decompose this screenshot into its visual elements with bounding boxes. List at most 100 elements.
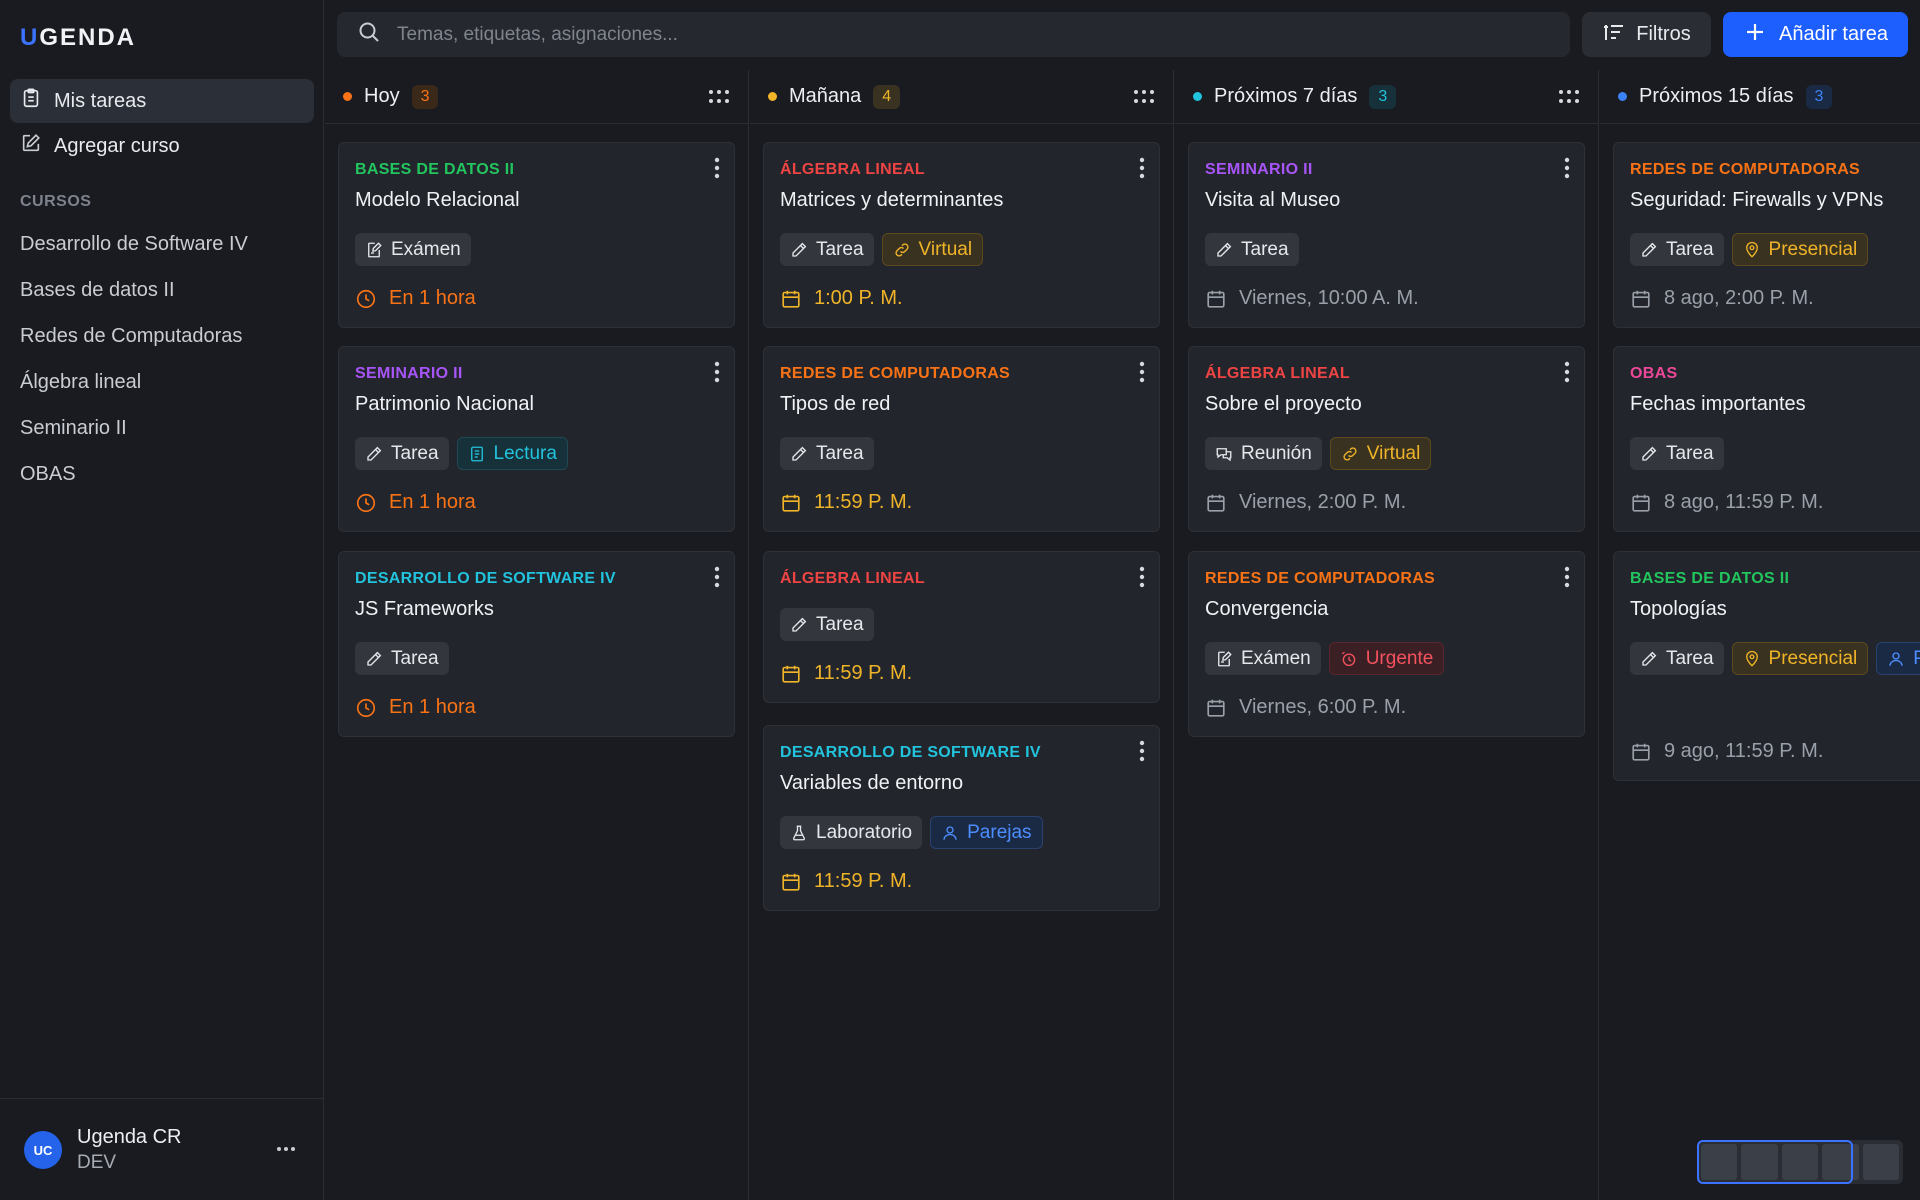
tag-yellow[interactable]: Presencial [1731, 642, 1869, 675]
tag-neutral[interactable]: Tarea [780, 233, 874, 266]
task-card[interactable]: DESARROLLO DE SOFTWARE IV Variables de en… [763, 725, 1160, 911]
board-minimap[interactable] [1697, 1140, 1903, 1184]
more-vertical-icon[interactable] [1564, 361, 1570, 383]
pencil-icon [365, 445, 383, 463]
tag-neutral[interactable]: Tarea [1205, 233, 1299, 266]
tag-yellow[interactable]: Presencial [1731, 233, 1869, 266]
more-horizontal-icon[interactable] [274, 1137, 298, 1161]
nav-mis-tareas[interactable]: Mis tareas [10, 79, 314, 123]
tag-neutral[interactable]: Laboratorio [780, 816, 923, 849]
column-header[interactable]: Próximos 7 días 3 [1175, 70, 1598, 124]
due-label: 11:59 P. M. [814, 870, 913, 892]
task-card[interactable]: REDES DE COMPUTADORAS Convergencia Exámen U… [1188, 551, 1585, 737]
more-vertical-icon[interactable] [1564, 157, 1570, 179]
task-card[interactable]: REDES DE COMPUTADORAS Seguridad: Firewall… [1613, 142, 1920, 328]
tag-label: Virtual [1366, 442, 1421, 464]
calendar-icon [1630, 741, 1652, 763]
tag-blue[interactable]: Parejas [1876, 642, 1920, 675]
status-dot [768, 92, 777, 101]
card-course: BASES DE DATOS II [1630, 570, 1790, 587]
card-course: REDES DE COMPUTADORAS [780, 365, 1011, 382]
column-header[interactable]: Mañana 4 [750, 70, 1173, 124]
tag-neutral[interactable]: Exámen [355, 233, 471, 266]
pencil-icon [1640, 650, 1658, 668]
minimap-segment [1862, 1144, 1900, 1180]
task-card[interactable]: BASES DE DATOS II Modelo Relacional Exámen… [338, 142, 735, 328]
tag-neutral[interactable]: Tarea [1630, 437, 1724, 470]
tag-red[interactable]: Urgente [1328, 642, 1445, 675]
app-logo[interactable]: UGENDA [20, 24, 136, 52]
more-vertical-icon[interactable] [714, 157, 720, 179]
due-label: Viernes, 6:00 P. M. [1239, 696, 1407, 718]
due-date: 11:59 P. M. [780, 870, 912, 893]
course-item[interactable]: OBAS [20, 463, 76, 486]
task-card[interactable]: SEMINARIO II Visita al Museo Tarea Viernes,… [1188, 142, 1585, 328]
course-item[interactable]: Bases de datos II [20, 279, 175, 302]
add-task-button[interactable]: Añadir tarea [1723, 12, 1908, 57]
tag-neutral[interactable]: Tarea [355, 642, 449, 675]
task-card[interactable]: SEMINARIO II Patrimonio Nacional Tarea Lect… [338, 346, 735, 532]
tag-neutral[interactable]: Tarea [355, 437, 449, 470]
due-date: 8 ago, 2:00 P. M. [1630, 287, 1814, 310]
avatar[interactable]: UC [24, 1131, 62, 1169]
tag-label: Tarea [391, 647, 439, 669]
tag-neutral[interactable]: Exámen [1205, 642, 1321, 675]
search-bar[interactable] [337, 12, 1570, 57]
due-date: 8 ago, 11:59 P. M. [1630, 491, 1823, 514]
more-vertical-icon[interactable] [1139, 157, 1145, 179]
search-input[interactable] [397, 23, 1547, 46]
tag-label: Tarea [391, 442, 439, 464]
status-dot [1193, 92, 1202, 101]
grid-dots-icon[interactable] [1558, 88, 1580, 106]
tag-neutral[interactable]: Reunión [1205, 437, 1322, 470]
task-card[interactable]: ÁLGEBRA LINEAL Sobre el proyecto Reunión Vi… [1188, 346, 1585, 532]
due-label: 8 ago, 11:59 P. M. [1664, 491, 1824, 513]
tag-neutral[interactable]: Tarea [1630, 233, 1724, 266]
tag-neutral[interactable]: Tarea [780, 437, 874, 470]
tag-label: Reunión [1241, 442, 1312, 464]
column-title: Mañana [789, 85, 862, 107]
pencil-icon [1640, 445, 1658, 463]
tag-yellow[interactable]: Virtual [1329, 437, 1432, 470]
task-card[interactable]: ÁLGEBRA LINEAL Tarea 11:59 P. M. [763, 551, 1160, 703]
more-vertical-icon[interactable] [714, 566, 720, 588]
tag-blue[interactable]: Parejas [930, 816, 1043, 849]
tag-label: Laboratorio [816, 821, 913, 843]
more-vertical-icon[interactable] [1139, 566, 1145, 588]
column-header[interactable]: Próximos 15 días 3 [1600, 70, 1920, 124]
course-item[interactable]: Álgebra lineal [20, 371, 141, 394]
courses-section-label: CURSOS [20, 193, 92, 210]
more-vertical-icon[interactable] [1564, 566, 1570, 588]
more-vertical-icon[interactable] [714, 361, 720, 383]
minimap-viewport[interactable] [1697, 1140, 1853, 1184]
task-card[interactable]: OBAS Fechas importantes Tarea 8 ago, 11:59 … [1613, 346, 1920, 532]
nav-label: Agregar curso [54, 134, 180, 157]
more-vertical-icon[interactable] [1139, 361, 1145, 383]
grid-dots-icon[interactable] [708, 88, 730, 106]
grid-dots-icon[interactable] [1133, 88, 1155, 106]
course-item[interactable]: Desarrollo de Software IV [20, 233, 248, 256]
tag-neutral[interactable]: Tarea [780, 608, 874, 641]
column-header[interactable]: Hoy 3 [325, 70, 748, 124]
tag-list: Tarea [355, 642, 725, 675]
course-item[interactable]: Redes de Computadoras [20, 325, 242, 348]
column-1: Mañana 4 ÁLGEBRA LINEAL Matrices y determin… [750, 70, 1174, 1200]
tag-yellow[interactable]: Virtual [881, 233, 984, 266]
more-vertical-icon[interactable] [1139, 740, 1145, 762]
task-card[interactable]: BASES DE DATOS II Topologías Tarea Presenci… [1613, 551, 1920, 781]
task-card[interactable]: DESARROLLO DE SOFTWARE IV JS Frameworks Ta… [338, 551, 735, 737]
card-course: SEMINARIO II [355, 365, 463, 382]
nav-agregar-curso[interactable]: Agregar curso [10, 124, 314, 168]
tag-label: Presencial [1768, 238, 1858, 260]
card-title: Matrices y determinantes [780, 189, 1004, 211]
tag-label: Exámen [391, 238, 461, 260]
tag-cyan[interactable]: Lectura [456, 437, 568, 470]
task-card[interactable]: ÁLGEBRA LINEAL Matrices y determinantes Ta… [763, 142, 1160, 328]
task-card[interactable]: REDES DE COMPUTADORAS Tipos de red Tarea 11… [763, 346, 1160, 532]
due-date: 1:00 P. M. [780, 287, 903, 310]
due-date: En 1 hora [355, 287, 476, 310]
course-item[interactable]: Seminario II [20, 417, 127, 440]
tag-neutral[interactable]: Tarea [1630, 642, 1724, 675]
filters-button[interactable]: Filtros [1582, 12, 1711, 57]
clock-icon [355, 697, 377, 719]
